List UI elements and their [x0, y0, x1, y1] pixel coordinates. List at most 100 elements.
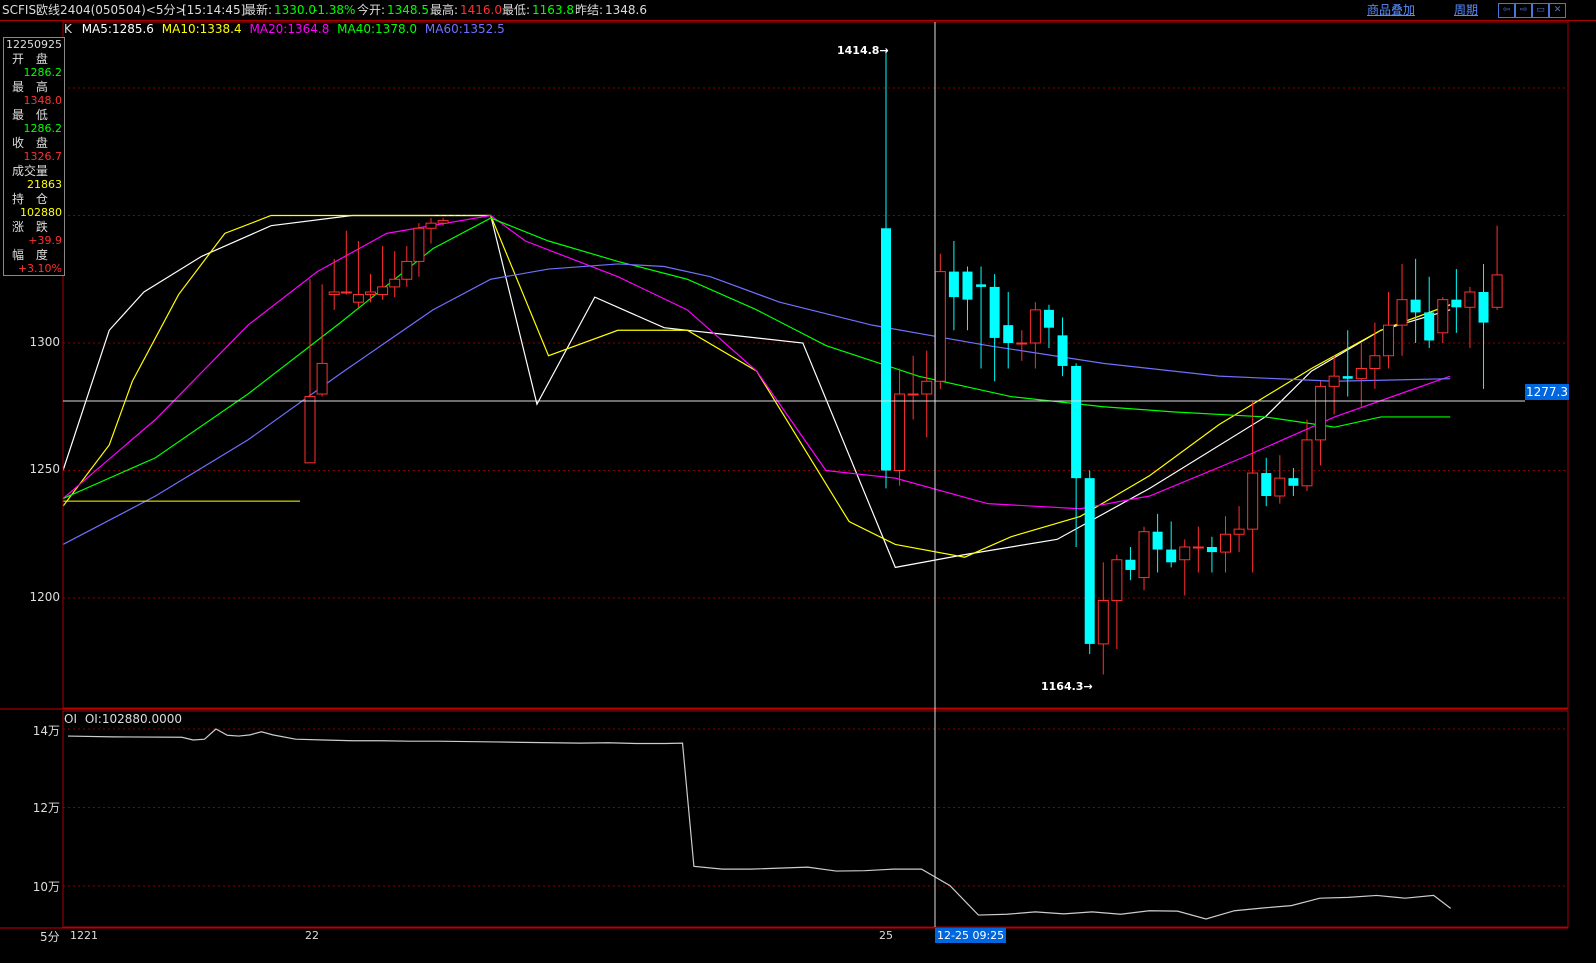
candle-body-up: [340, 291, 352, 294]
ma-line-ma40: [62, 217, 1451, 500]
max-annotation: 1414.8→: [837, 44, 889, 57]
candle-body-up: [934, 271, 946, 382]
candle-body-down: [1057, 335, 1068, 366]
period-label[interactable]: 5分: [40, 928, 60, 945]
candle-body-up: [1179, 546, 1191, 561]
info-date: 12250925: [6, 38, 62, 51]
candle-body-up: [1437, 299, 1449, 334]
candle-body-up: [1369, 355, 1381, 369]
candle-body-up: [894, 393, 906, 471]
candle-body-up: [365, 291, 376, 296]
ma-line-ma20: [62, 214, 1451, 510]
info-open-label: 开 盘: [12, 52, 52, 66]
kline-chart[interactable]: [0, 0, 1596, 963]
candle-body-up: [1274, 477, 1286, 497]
candle-body-up: [1192, 546, 1204, 549]
candle-body-down: [1206, 547, 1217, 553]
info-low: 1286.2: [23, 122, 63, 135]
x-tick-25: 25: [879, 929, 893, 942]
main-panel-frame: [62, 21, 1569, 709]
candle-body-down: [1071, 365, 1082, 479]
y-tick-1250: 1250: [29, 462, 60, 476]
oi-tick-14: 14万: [32, 724, 60, 738]
candle-body-up: [328, 291, 340, 296]
ma-line-ma60: [62, 263, 1451, 545]
candle-body-down: [1478, 292, 1489, 323]
x-tick-22: 22: [305, 929, 319, 942]
info-volume-label: 成交量: [12, 164, 49, 178]
candle-body-down: [1342, 376, 1353, 379]
candle-body-down: [1003, 325, 1014, 343]
candle-body-down: [881, 228, 891, 471]
min-annotation: 1164.3→: [1041, 680, 1093, 693]
candle-body-down: [1424, 312, 1435, 341]
candle-body-down: [1261, 473, 1272, 496]
candle-body-up: [1396, 299, 1408, 326]
oi-legend: OI OI:102880.0000: [64, 712, 182, 726]
oi-tick-10: 10万: [32, 880, 60, 894]
candle-body-up: [1138, 531, 1150, 579]
info-change: +39.9: [28, 234, 62, 247]
candle-body-up: [437, 220, 449, 224]
info-oi: 102880: [20, 206, 62, 219]
candle-body-down: [1152, 531, 1163, 550]
oi-series-line: [67, 728, 1452, 920]
candle-body-up: [1315, 385, 1327, 441]
candle-body-up: [1111, 559, 1123, 602]
info-high-label: 最 高: [12, 80, 52, 94]
info-close: 1326.7: [23, 150, 63, 163]
candle-body-up: [1220, 533, 1231, 553]
candle-body-down: [1410, 299, 1421, 313]
candle-body-up: [1491, 274, 1503, 308]
y-tick-1300: 1300: [29, 335, 60, 349]
oi-value: OI:102880.0000: [84, 712, 183, 726]
x-tick-1221: 1221: [70, 929, 98, 942]
info-panel: 12250925 开 盘 1286.2 最 高 1348.0 最 低 1286.…: [3, 37, 65, 276]
info-change-label: 涨 跌: [12, 220, 52, 234]
candle-body-up: [1029, 309, 1041, 344]
candle-body-down: [1451, 299, 1462, 308]
candle-body-up: [413, 227, 425, 262]
info-close-label: 收 盘: [12, 136, 52, 150]
info-volume: 21863: [27, 178, 62, 191]
candle-body-down: [1166, 549, 1177, 563]
candle-body-up: [352, 294, 364, 303]
candle-body-down: [1125, 559, 1136, 570]
info-low-label: 最 低: [12, 108, 52, 122]
ma-line-ma10: [62, 214, 1451, 558]
candle-body-up: [1328, 375, 1340, 387]
candle-body-up: [1097, 600, 1109, 645]
info-high: 1348.0: [23, 94, 63, 107]
candle-body-up: [425, 222, 437, 229]
oi-label: OI: [64, 712, 77, 726]
info-pct: +3.10%: [17, 262, 62, 275]
candle-body-up: [316, 362, 328, 395]
candle-body-up: [907, 393, 919, 396]
candle-body-up: [1301, 439, 1313, 487]
candle-body-down: [989, 286, 1000, 338]
candle-body-up: [1016, 342, 1028, 345]
ma-line-ma5: [62, 214, 1451, 569]
candle-body-up: [1247, 472, 1259, 530]
oi-tick-12: 12万: [32, 801, 60, 815]
candle-body-up: [304, 396, 316, 464]
candle-body-up: [401, 260, 413, 280]
candle-body-down: [1084, 478, 1095, 644]
candle-body-down: [948, 271, 959, 298]
candle-body-down: [962, 271, 973, 300]
candle-body-down: [1043, 309, 1054, 328]
candle-body-up: [377, 286, 389, 296]
candle-body-up: [1382, 324, 1394, 357]
candle-body-down: [1288, 478, 1299, 486]
candle-body-down: [976, 284, 987, 287]
candle-body-up: [1464, 291, 1476, 308]
info-oi-label: 持 仓: [12, 192, 52, 206]
candle-body-up: [1233, 528, 1245, 535]
candle-body-up: [389, 278, 401, 288]
candle-body-up: [921, 380, 933, 395]
info-pct-label: 幅 度: [12, 248, 52, 262]
y-tick-1200: 1200: [29, 590, 60, 604]
oi-panel-frame: [62, 710, 1569, 928]
candle-body-up: [1355, 368, 1367, 380]
info-open: 1286.2: [23, 66, 63, 79]
